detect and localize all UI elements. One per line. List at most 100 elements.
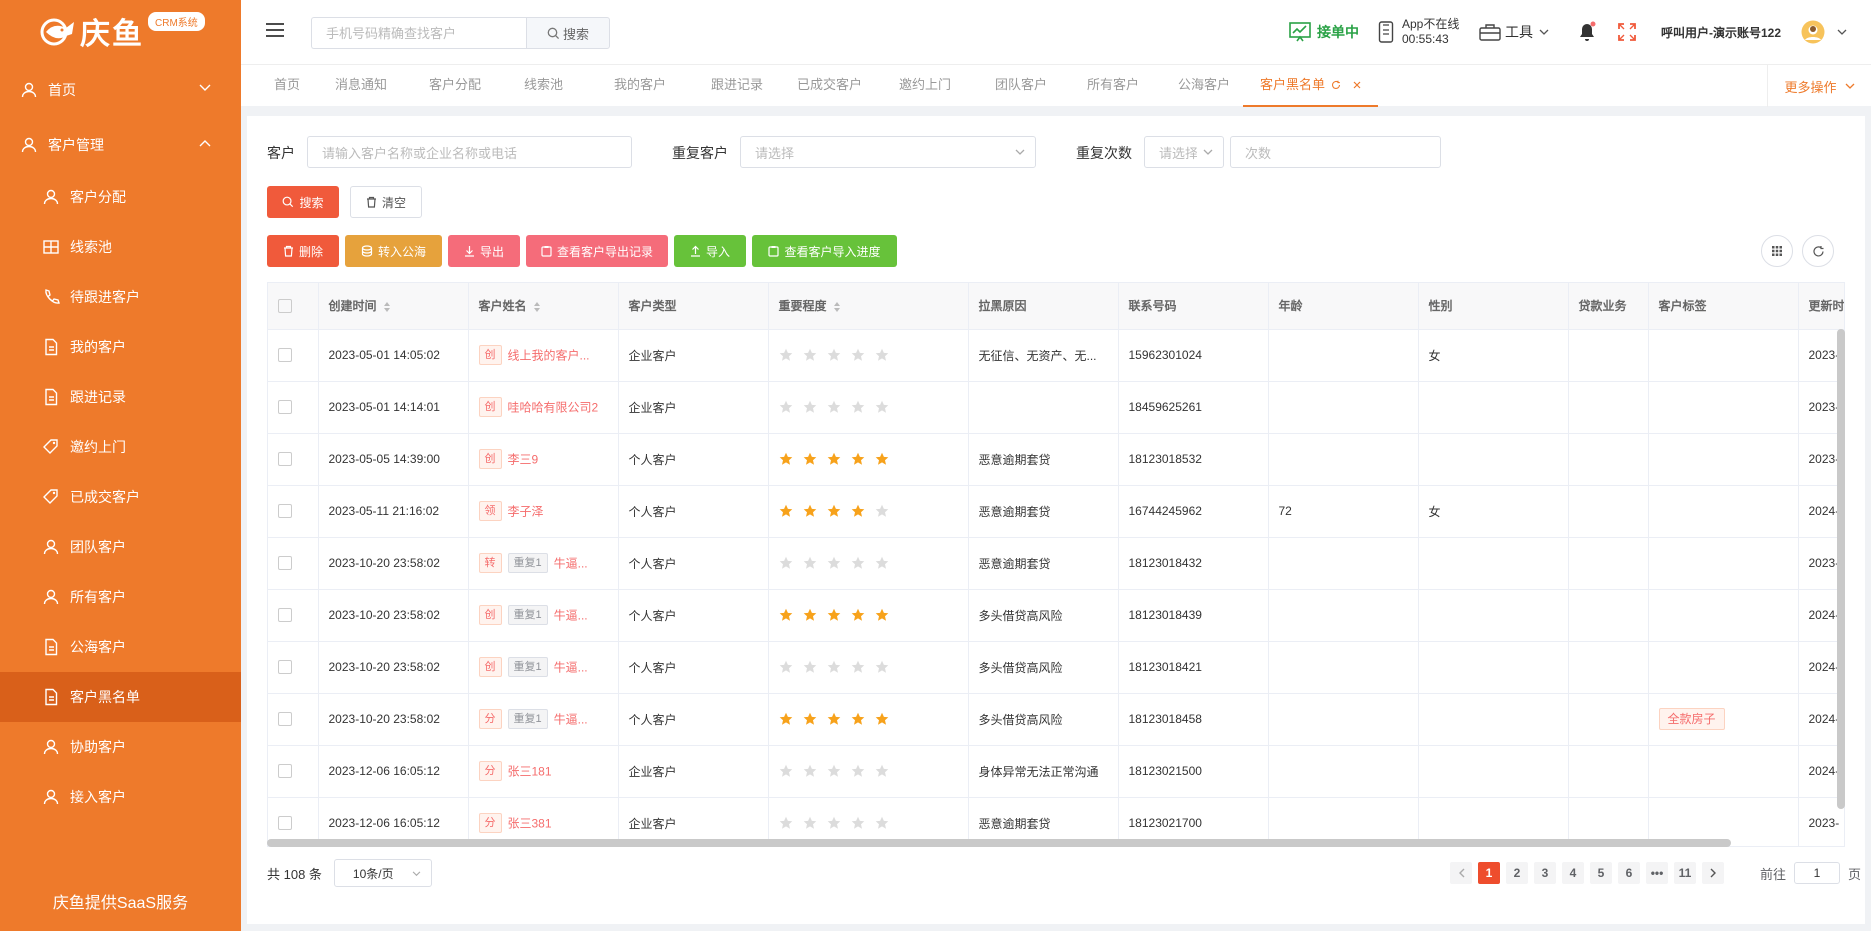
customer-name-link[interactable]: 张三181 bbox=[508, 765, 552, 779]
sidebar-item-2[interactable]: 待跟进客户 bbox=[0, 272, 241, 322]
tab-11[interactable]: 客户黑名单 bbox=[1243, 65, 1379, 107]
star-icon[interactable] bbox=[803, 660, 817, 674]
star-icon[interactable] bbox=[779, 452, 793, 466]
star-icon[interactable] bbox=[875, 712, 889, 726]
star-icon[interactable] bbox=[851, 556, 865, 570]
star-icon[interactable] bbox=[827, 556, 841, 570]
tab-1[interactable]: 消息通知 bbox=[335, 65, 387, 107]
star-icon[interactable] bbox=[827, 816, 841, 830]
star-icon[interactable] bbox=[779, 556, 793, 570]
table-row[interactable]: 2023-10-20 23:58:02 转重复1 牛逼... 个人客户 恶意逾期套… bbox=[268, 537, 1844, 590]
user-avatar-menu[interactable] bbox=[1801, 0, 1847, 64]
star-icon[interactable] bbox=[875, 348, 889, 362]
row-checkbox[interactable] bbox=[278, 556, 292, 571]
star-icon[interactable] bbox=[827, 660, 841, 674]
page-button[interactable]: 5 bbox=[1590, 862, 1612, 884]
customer-name-link[interactable]: 牛逼... bbox=[554, 557, 588, 571]
horizontal-scrollbar[interactable] bbox=[267, 839, 1731, 847]
tab-6[interactable]: 已成交客户 bbox=[797, 65, 862, 107]
sidebar-item-6[interactable]: 已成交客户 bbox=[0, 472, 241, 522]
repeat-count-input[interactable]: 次数 bbox=[1230, 136, 1441, 168]
row-checkbox[interactable] bbox=[278, 452, 292, 467]
sidebar-item-9[interactable]: 公海客户 bbox=[0, 622, 241, 672]
search-button[interactable]: 搜索 bbox=[267, 186, 339, 218]
delete-button[interactable]: 删除 bbox=[267, 235, 339, 267]
page-button[interactable]: 11 bbox=[1674, 862, 1696, 884]
tab-8[interactable]: 团队客户 bbox=[995, 65, 1047, 107]
customer-name-link[interactable]: 牛逼... bbox=[554, 661, 588, 675]
star-icon[interactable] bbox=[875, 816, 889, 830]
star-icon[interactable] bbox=[803, 764, 817, 778]
row-checkbox[interactable] bbox=[278, 764, 292, 779]
repeat-customer-select[interactable]: 请选择 bbox=[740, 136, 1036, 168]
customer-name-link[interactable]: 牛逼... bbox=[554, 713, 588, 727]
accepting-orders-toggle[interactable]: 接单中 bbox=[1289, 0, 1359, 64]
star-icon[interactable] bbox=[875, 504, 889, 518]
header-search-button[interactable]: 搜索 bbox=[526, 17, 610, 49]
tab-9[interactable]: 所有客户 bbox=[1087, 65, 1139, 107]
star-icon[interactable] bbox=[803, 504, 817, 518]
customer-name-link[interactable]: 哇哈哈有限公司2 bbox=[508, 401, 599, 415]
customer-filter-input[interactable]: 请输入客户名称或企业名称或电话 bbox=[307, 136, 632, 168]
import-progress-button[interactable]: 查看客户导入进度 bbox=[752, 235, 897, 267]
star-icon[interactable] bbox=[875, 764, 889, 778]
export-records-button[interactable]: 查看客户导出记录 bbox=[526, 235, 668, 267]
star-icon[interactable] bbox=[875, 660, 889, 674]
refresh-icon[interactable] bbox=[1331, 80, 1341, 90]
sidebar-item-customer-mgmt[interactable]: 客户管理 bbox=[0, 117, 241, 172]
table-row[interactable]: 2023-05-01 14:05:02 创线上我的客户... 企业客户 无征信、… bbox=[268, 329, 1844, 382]
customer-name-link[interactable]: 李三9 bbox=[508, 453, 539, 467]
sort-icon[interactable] bbox=[383, 301, 391, 313]
star-icon[interactable] bbox=[803, 816, 817, 830]
page-button[interactable]: ••• bbox=[1646, 862, 1668, 884]
sort-icon[interactable] bbox=[533, 301, 541, 313]
star-icon[interactable] bbox=[827, 608, 841, 622]
star-icon[interactable] bbox=[779, 712, 793, 726]
tab-7[interactable]: 邀约上门 bbox=[899, 65, 951, 107]
more-operations-dropdown[interactable]: 更多操作 bbox=[1767, 65, 1871, 107]
page-button[interactable]: 4 bbox=[1562, 862, 1584, 884]
customer-name-link[interactable]: 线上我的客户... bbox=[508, 349, 590, 363]
star-icon[interactable] bbox=[803, 452, 817, 466]
next-page-button[interactable] bbox=[1702, 862, 1724, 884]
sidebar-item-5[interactable]: 邀约上门 bbox=[0, 422, 241, 472]
repeat-count-operator-select[interactable]: 请选择 bbox=[1144, 136, 1224, 168]
star-icon[interactable] bbox=[779, 400, 793, 414]
export-button[interactable]: 导出 bbox=[448, 235, 520, 267]
table-row[interactable]: 2023-10-20 23:58:02 分重复1 牛逼... 个人客户 多头借贷高… bbox=[268, 693, 1844, 746]
page-button[interactable]: 3 bbox=[1534, 862, 1556, 884]
row-checkbox[interactable] bbox=[278, 348, 292, 363]
sidebar-item-4[interactable]: 跟进记录 bbox=[0, 372, 241, 422]
sidebar-item-11[interactable]: 协助客户 bbox=[0, 722, 241, 772]
goto-page-input[interactable]: 1 bbox=[1794, 862, 1841, 884]
close-icon[interactable] bbox=[1353, 81, 1361, 89]
star-icon[interactable] bbox=[851, 816, 865, 830]
star-icon[interactable] bbox=[875, 556, 889, 570]
star-icon[interactable] bbox=[779, 608, 793, 622]
sort-icon[interactable] bbox=[833, 301, 841, 313]
star-icon[interactable] bbox=[851, 608, 865, 622]
page-button[interactable]: 1 bbox=[1478, 862, 1500, 884]
star-icon[interactable] bbox=[851, 348, 865, 362]
sidebar-item-1[interactable]: 线索池 bbox=[0, 222, 241, 272]
tools-dropdown[interactable]: 工具 bbox=[1479, 0, 1549, 64]
star-icon[interactable] bbox=[851, 400, 865, 414]
sidebar-item-12[interactable]: 接入客户 bbox=[0, 772, 241, 822]
star-icon[interactable] bbox=[803, 712, 817, 726]
table-row[interactable]: 2023-10-20 23:58:02 创重复1 牛逼... 个人客户 多头借贷高… bbox=[268, 589, 1844, 642]
sidebar-item-8[interactable]: 所有客户 bbox=[0, 572, 241, 622]
star-icon[interactable] bbox=[875, 452, 889, 466]
star-icon[interactable] bbox=[827, 504, 841, 518]
star-icon[interactable] bbox=[875, 400, 889, 414]
star-icon[interactable] bbox=[851, 712, 865, 726]
sidebar-item-0[interactable]: 客户分配 bbox=[0, 172, 241, 222]
star-icon[interactable] bbox=[851, 452, 865, 466]
row-checkbox[interactable] bbox=[278, 712, 292, 727]
star-icon[interactable] bbox=[779, 764, 793, 778]
star-icon[interactable] bbox=[851, 504, 865, 518]
tab-4[interactable]: 我的客户 bbox=[614, 65, 666, 107]
sidebar-item-3[interactable]: 我的客户 bbox=[0, 322, 241, 372]
star-icon[interactable] bbox=[827, 400, 841, 414]
row-checkbox[interactable] bbox=[278, 816, 292, 831]
clear-button[interactable]: 清空 bbox=[350, 186, 422, 218]
